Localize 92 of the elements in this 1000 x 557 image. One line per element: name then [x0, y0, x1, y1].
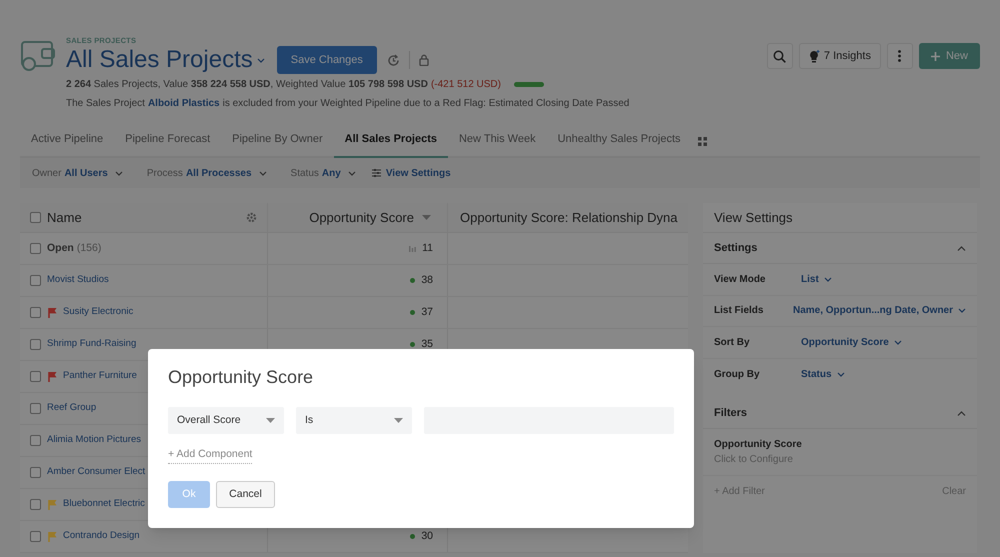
project-link[interactable]: Panther Furniture: [63, 369, 137, 384]
project-link[interactable]: Alboid Plastics: [148, 96, 220, 111]
checkbox[interactable]: [30, 371, 41, 382]
chevron-down-icon: [348, 170, 356, 176]
checkbox[interactable]: [30, 212, 41, 223]
summary-text: 2 264 Sales Projects, Value 358 224 558 USD, Weighted Value 105 798 598 USD: [66, 78, 428, 92]
filter-dropdown[interactable]: Status Any: [290, 166, 356, 180]
checkbox[interactable]: [30, 403, 41, 414]
checkbox[interactable]: [30, 467, 41, 478]
column-header[interactable]: Opportunity Score: Relationship Dyna: [460, 208, 678, 228]
dialog-title: Opportunity Score: [168, 366, 314, 389]
checkbox[interactable]: [30, 275, 41, 286]
select-dropdown[interactable]: Overall Score: [168, 407, 284, 434]
section-title: Settings: [714, 240, 758, 256]
insights-button[interactable]: 7 Insights: [798, 43, 881, 69]
weighted-change-text: (-421 512 USD): [430, 78, 501, 92]
panel-title: View Settings: [703, 203, 977, 233]
lightbulb-icon: [808, 50, 820, 62]
setting-label: List Fields: [714, 304, 764, 318]
sliders-icon: [372, 169, 381, 177]
sort-down-icon: [422, 215, 431, 220]
tab[interactable]: Pipeline Forecast: [114, 122, 222, 158]
add-component-link[interactable]: + Add Component: [168, 447, 252, 464]
more-icon: [898, 50, 902, 62]
bar-chart-icon: [409, 246, 416, 252]
column-header: Name: [47, 208, 82, 227]
chevron-up-icon[interactable]: [957, 246, 966, 250]
chevron-down-icon: [836, 372, 845, 377]
checkbox[interactable]: [30, 339, 41, 350]
tab[interactable]: New This Week: [448, 122, 547, 158]
project-link[interactable]: Movist Studios: [47, 273, 109, 288]
filter-name: Opportunity Score: [714, 438, 803, 452]
checkbox[interactable]: [30, 499, 41, 510]
tab[interactable]: Active Pipeline: [20, 122, 114, 158]
setting-dropdown[interactable]: List: [801, 272, 832, 287]
health-bar: [514, 82, 544, 87]
table-cell-text: 35: [421, 336, 433, 352]
new-button[interactable]: New: [918, 43, 980, 69]
project-link[interactable]: Amber Consumer Elect: [47, 465, 146, 480]
filter-dropdown[interactable]: Process All Processes: [146, 166, 267, 180]
save-changes-button[interactable]: Save Changes: [276, 46, 377, 74]
project-link[interactable]: Contrando Design: [63, 529, 140, 544]
lock-icon[interactable]: [418, 54, 429, 66]
chevron-down-icon: [114, 170, 123, 176]
title-dropdown-icon: [256, 58, 265, 62]
wallet-icon: [20, 38, 56, 72]
checkbox[interactable]: [30, 307, 41, 318]
table-cell-text: 38: [421, 272, 433, 288]
filter-dropdown[interactable]: Owner All Users: [32, 166, 123, 180]
section-title: Filters: [714, 406, 748, 421]
chevron-down-icon: [958, 308, 966, 314]
project-link[interactable]: Bluebonnet Electric: [63, 497, 145, 512]
more-options-button[interactable]: [886, 43, 913, 69]
grid-icon[interactable]: [698, 137, 707, 146]
group-label: Open: [47, 240, 74, 256]
setting-label: View Mode: [714, 272, 766, 287]
notice-text: is excluded from your Weighted Pipeline due to a Red Flag: Estimated Closing Date Passed: [222, 97, 630, 111]
project-link[interactable]: Shrimp Fund-Raising: [47, 337, 136, 352]
setting-dropdown[interactable]: Opportunity Score: [801, 334, 902, 350]
table-cell-text: 30: [421, 528, 433, 544]
search-icon: [773, 50, 786, 62]
chevron-down-icon: [258, 170, 267, 176]
group-count: (156): [76, 240, 102, 256]
checkbox[interactable]: [30, 435, 41, 446]
project-link[interactable]: Reef Group: [47, 401, 96, 416]
chevron-down-icon: [894, 340, 902, 345]
tab[interactable]: Pipeline By Owner: [221, 122, 334, 158]
plus-icon: [930, 52, 940, 60]
caret-icon: [394, 418, 403, 423]
table-cell-text: 11: [422, 240, 433, 256]
checkbox[interactable]: [30, 531, 41, 542]
table-cell-text: 37: [421, 304, 433, 320]
tab[interactable]: Unhealthy Sales Projects: [546, 122, 692, 158]
view-settings-link[interactable]: View Settings: [372, 166, 451, 180]
checkbox[interactable]: [30, 243, 41, 254]
setting-label: Sort By: [714, 336, 751, 350]
column-header[interactable]: Opportunity Score: [309, 208, 414, 228]
chevron-up-icon[interactable]: [957, 410, 966, 416]
setting-label: Group By: [714, 368, 761, 382]
history-icon[interactable]: [386, 54, 400, 66]
project-link[interactable]: Alimia Motion Pictures: [47, 433, 141, 448]
setting-dropdown[interactable]: Status: [801, 366, 845, 382]
setting-dropdown[interactable]: Name, Opportun...ng Date, Owner: [792, 303, 966, 318]
search-button[interactable]: [766, 43, 793, 69]
chevron-down-icon: [824, 276, 832, 282]
project-link[interactable]: Susity Electronic: [63, 305, 134, 320]
cancel-button[interactable]: Cancel: [216, 481, 275, 508]
notice-text: The Sales Project: [66, 97, 145, 111]
caret-icon: [266, 418, 275, 423]
select-dropdown[interactable]: Is: [296, 407, 412, 434]
gear-icon[interactable]: [246, 212, 257, 223]
page-title: All Sales Projects: [66, 45, 253, 75]
